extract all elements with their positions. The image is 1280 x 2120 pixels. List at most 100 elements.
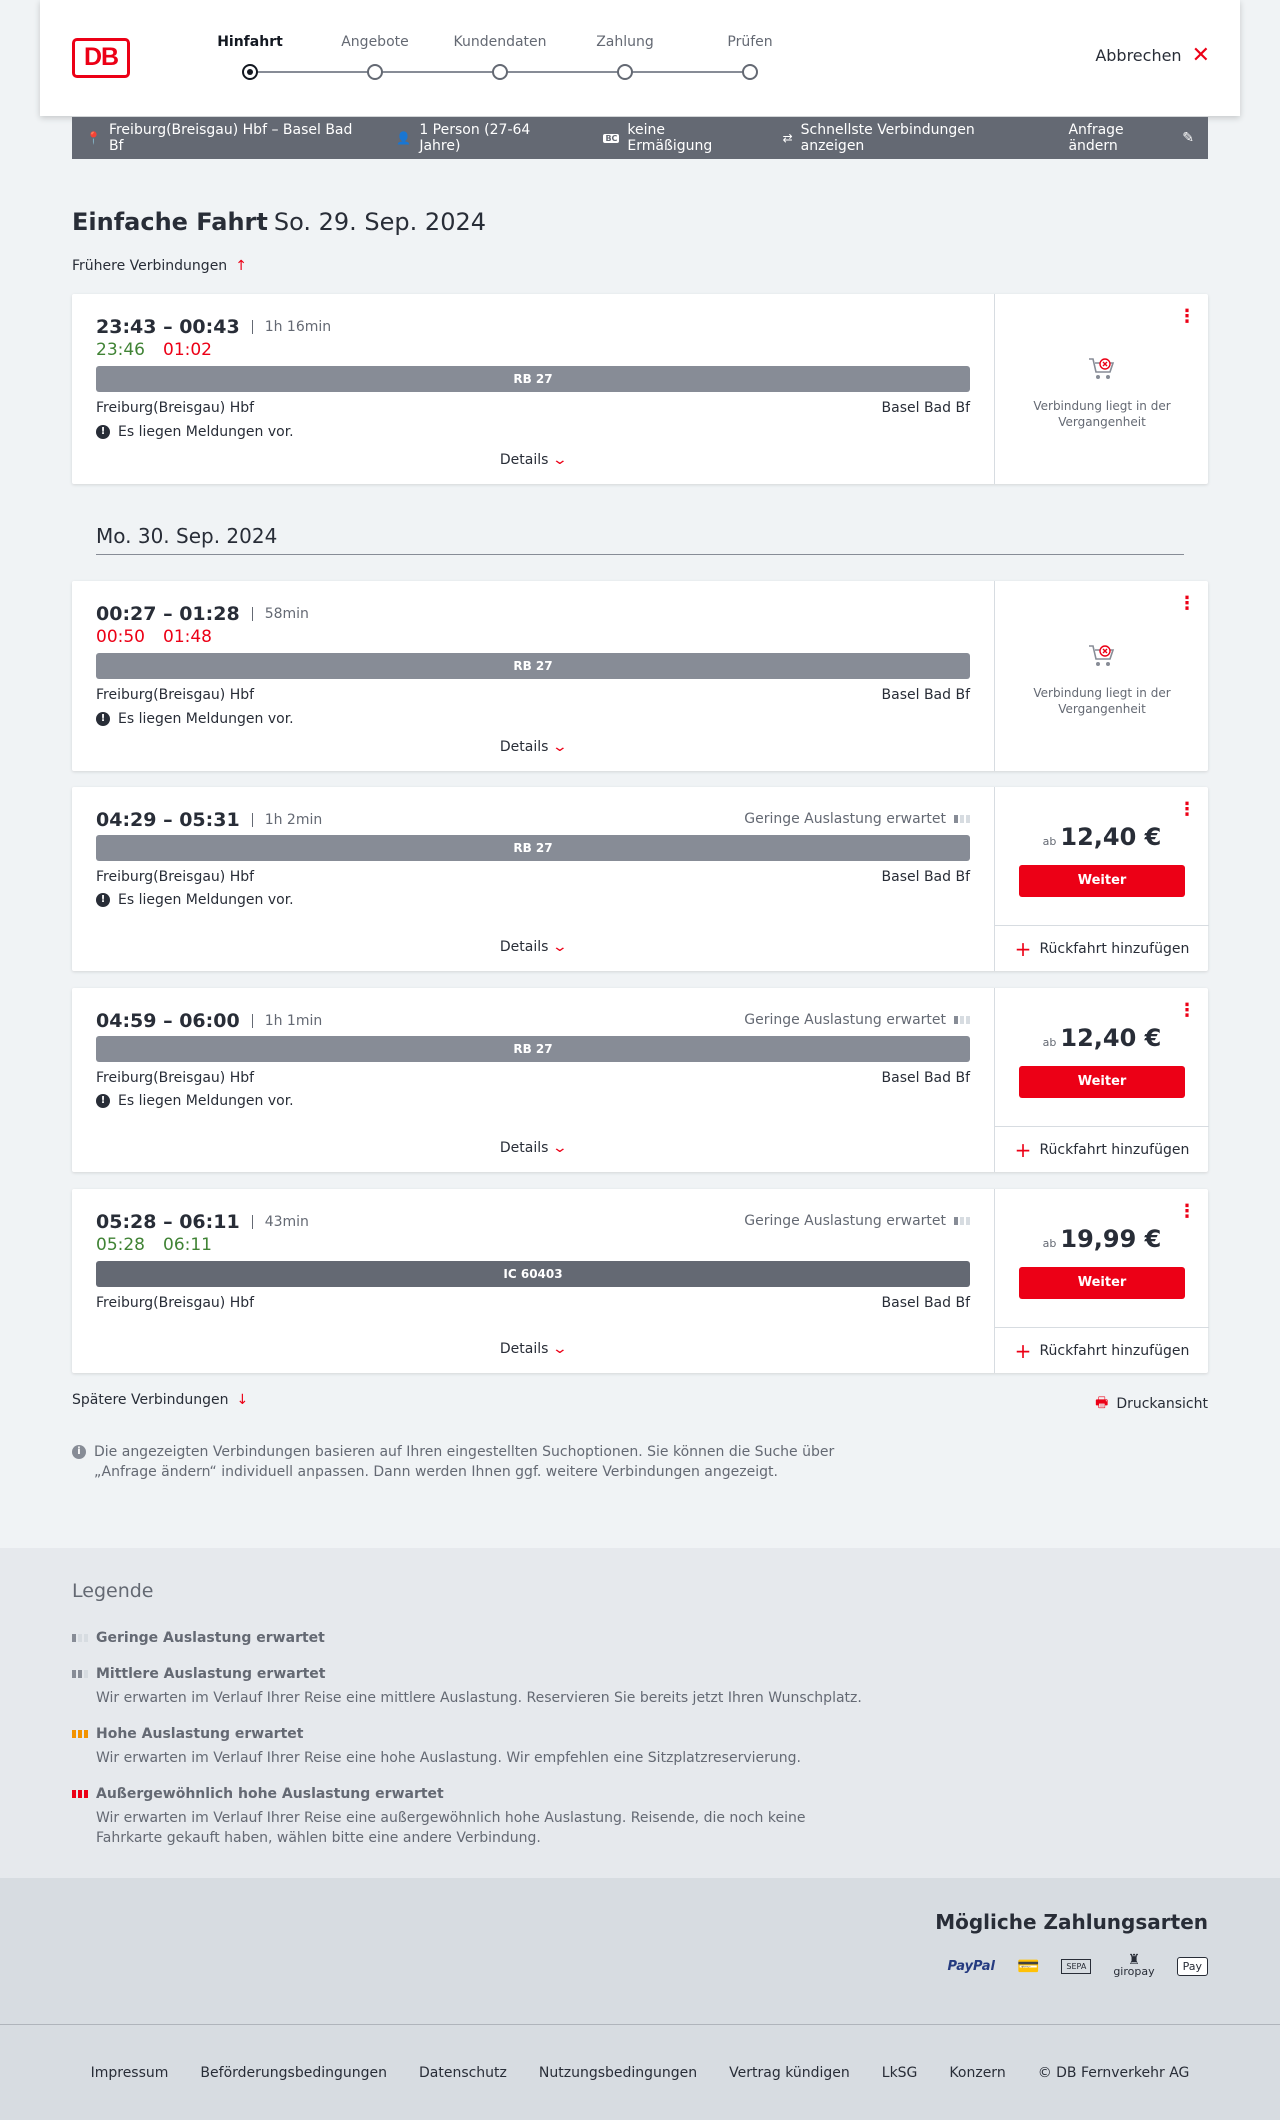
- connection-times: 23:43 – 00:43 1h 16min: [96, 316, 332, 338]
- legend-item: Hohe Auslastung erwartet Wir erwarten im…: [72, 1726, 801, 1768]
- message-notice: ! Es liegen Meldungen vor.: [96, 1093, 294, 1109]
- footer-link-datenschutz[interactable]: Datenschutz: [419, 2065, 507, 2081]
- details-toggle[interactable]: Details ⌄: [72, 1140, 994, 1156]
- arrival-station: Basel Bad Bf: [881, 400, 970, 416]
- chevron-down-icon: ⌄: [552, 1341, 569, 1357]
- connection-card: 04:29 – 05:31 1h 2min Geringe Auslastung …: [72, 787, 1209, 971]
- connection-times: 00:27 – 01:28 58min: [96, 603, 309, 625]
- utilization-indicator: Geringe Auslastung erwartet: [744, 811, 970, 827]
- search-summary-bar: 📍 Freiburg(Breisgau) Hbf – Basel Bad Bf 👤…: [72, 117, 1208, 159]
- chevron-down-icon: ⌄: [552, 739, 569, 755]
- add-return-button[interactable]: + Rückfahrt hinzufügen: [995, 1327, 1209, 1373]
- swap-arrows-icon: ⇄: [782, 131, 793, 145]
- footer-links: Impressum Beförderungsbedingungen Datens…: [0, 2024, 1280, 2120]
- continue-button[interactable]: Weiter: [1019, 1267, 1185, 1299]
- legend-item: Mittlere Auslastung erwartet Wir erwarte…: [72, 1666, 862, 1708]
- train-bar[interactable]: RB 27: [96, 1036, 970, 1062]
- legend-title: Legende: [72, 1580, 154, 1602]
- giropay-icon: ♜ giropay: [1113, 1952, 1155, 1978]
- later-connections-link[interactable]: Spätere Verbindungen ↓: [72, 1392, 248, 1408]
- train-bar[interactable]: RB 27: [96, 366, 970, 392]
- utilization-indicator: Geringe Auslastung erwartet: [744, 1213, 970, 1229]
- message-notice: ! Es liegen Meldungen vor.: [96, 892, 294, 908]
- step-pruefen: Prüfen: [700, 34, 800, 80]
- utilization-indicator: Geringe Auslastung erwartet: [744, 1012, 970, 1028]
- credit-card-icon: 💳: [1016, 1955, 1040, 1977]
- train-bar[interactable]: RB 27: [96, 653, 970, 679]
- connection-times: 04:29 – 05:31 1h 2min: [96, 809, 323, 831]
- departure-station: Freiburg(Breisgau) Hbf: [96, 869, 255, 885]
- realtime-times: 05:28 06:11: [96, 1235, 212, 1255]
- step-angebote: Angebote: [325, 34, 425, 80]
- utilization-high-icon: [72, 1730, 88, 1738]
- progress-stepper: Hinfahrt Angebote Kundendaten Zahlung Pr…: [210, 34, 773, 84]
- connection-card: 05:28 – 06:11 43min Geringe Auslastung er…: [72, 1189, 1209, 1373]
- summary-route: 📍 Freiburg(Breisgau) Hbf – Basel Bad Bf: [86, 122, 353, 154]
- connection-card: 23:43 – 00:43 1h 16min 23:46 01:02 RB 27 F…: [72, 294, 1208, 484]
- cart-blocked-icon: [1089, 358, 1115, 379]
- summary-discount: BC keine Ermäßigung: [603, 122, 713, 154]
- sepa-icon: SEPA: [1061, 1958, 1092, 1974]
- chevron-down-icon: ⌄: [552, 939, 569, 955]
- step-kundendaten: Kundendaten: [450, 34, 550, 80]
- add-return-button[interactable]: + Rückfahrt hinzufügen: [995, 1126, 1209, 1172]
- details-toggle[interactable]: Details ⌄: [72, 939, 994, 955]
- train-bar[interactable]: IC 60403: [96, 1261, 970, 1287]
- utilization-medium-icon: [72, 1670, 88, 1678]
- details-toggle[interactable]: Details ⌄: [72, 452, 994, 468]
- more-options-icon[interactable]: ⋮: [1178, 308, 1196, 328]
- chevron-down-icon: ⌄: [552, 452, 569, 468]
- continue-button[interactable]: Weiter: [1019, 1066, 1185, 1098]
- details-toggle[interactable]: Details ⌄: [72, 739, 994, 755]
- db-logo[interactable]: DB: [72, 38, 130, 78]
- arrow-up-icon: ↑: [235, 258, 247, 274]
- footer-link-nutzungsbedingungen[interactable]: Nutzungsbedingungen: [539, 2065, 697, 2081]
- footer-link-konzern[interactable]: Konzern: [949, 2065, 1005, 2081]
- step-zahlung: Zahlung: [575, 34, 675, 80]
- past-connection-text: Verbindung liegt in der Vergangenheit: [1033, 399, 1171, 429]
- summary-passengers: 👤 1 Person (27-64 Jahre): [396, 122, 531, 154]
- alert-icon: !: [96, 425, 110, 439]
- footer-link-impressum[interactable]: Impressum: [91, 2065, 169, 2081]
- message-notice: ! Es liegen Meldungen vor.: [96, 424, 294, 440]
- details-toggle[interactable]: Details ⌄: [72, 1341, 994, 1357]
- message-notice: ! Es liegen Meldungen vor.: [96, 711, 294, 727]
- add-return-button[interactable]: + Rückfahrt hinzufügen: [995, 925, 1209, 971]
- footer-link-befoerderungsbedingungen[interactable]: Beförderungsbedingungen: [200, 2065, 387, 2081]
- payment-icons: PayPal 💳 SEPA ♜ giropay Pay: [948, 1952, 1208, 1978]
- utilization-low-icon: [72, 1634, 88, 1642]
- realtime-times: 23:46 01:02: [96, 340, 212, 360]
- continue-button[interactable]: Weiter: [1019, 865, 1185, 897]
- more-options-icon[interactable]: ⋮: [1178, 1002, 1196, 1022]
- connection-card: 04:59 – 06:00 1h 1min Geringe Auslastung …: [72, 988, 1209, 1172]
- date-separator: Mo. 30. Sep. 2024: [96, 524, 1184, 555]
- location-pin-icon: 📍: [86, 131, 101, 145]
- person-icon: 👤: [396, 131, 412, 145]
- cancel-button[interactable]: Abbrechen ✕: [1095, 44, 1210, 66]
- bahncard-icon: BC: [603, 133, 620, 143]
- chevron-down-icon: ⌄: [552, 1140, 569, 1156]
- cancel-label: Abbrechen: [1095, 46, 1182, 65]
- page-title: Einfache Fahrt So. 29. Sep. 2024: [72, 208, 486, 236]
- print-view-link[interactable]: 🖶 Druckansicht: [1095, 1392, 1208, 1416]
- connection-card: 00:27 – 01:28 58min 00:50 01:48 RB 27 Frei…: [72, 581, 1208, 771]
- earlier-connections-link[interactable]: Frühere Verbindungen ↑: [72, 258, 247, 274]
- more-options-icon[interactable]: ⋮: [1178, 1203, 1196, 1223]
- footer-link-vertrag-kuendigen[interactable]: Vertrag kündigen: [729, 2065, 850, 2081]
- more-options-icon[interactable]: ⋮: [1178, 801, 1196, 821]
- connection-times: 04:59 – 06:00 1h 1min: [96, 1010, 323, 1032]
- apple-pay-icon: Pay: [1176, 1956, 1208, 1976]
- info-notice: i Die angezeigten Verbindungen basieren a…: [72, 1442, 852, 1482]
- utilization-low-icon: [954, 1217, 970, 1225]
- departure-station: Freiburg(Breisgau) Hbf: [96, 400, 255, 416]
- departure-station: Freiburg(Breisgau) Hbf: [96, 1070, 255, 1086]
- payment-title: Mögliche Zahlungsarten: [935, 1910, 1208, 1934]
- printer-icon: 🖶: [1095, 1395, 1109, 1411]
- footer-link-lksg[interactable]: LkSG: [882, 2065, 918, 2081]
- pencil-icon: ✎: [1182, 130, 1194, 146]
- train-bar[interactable]: RB 27: [96, 835, 970, 861]
- price: ab 12,40 €: [1042, 823, 1162, 851]
- edit-request-button[interactable]: Anfrage ändern ✎: [1068, 122, 1194, 154]
- more-options-icon[interactable]: ⋮: [1178, 595, 1196, 615]
- top-header: DB Hinfahrt Angebote Kundendaten Zahlung…: [40, 0, 1240, 116]
